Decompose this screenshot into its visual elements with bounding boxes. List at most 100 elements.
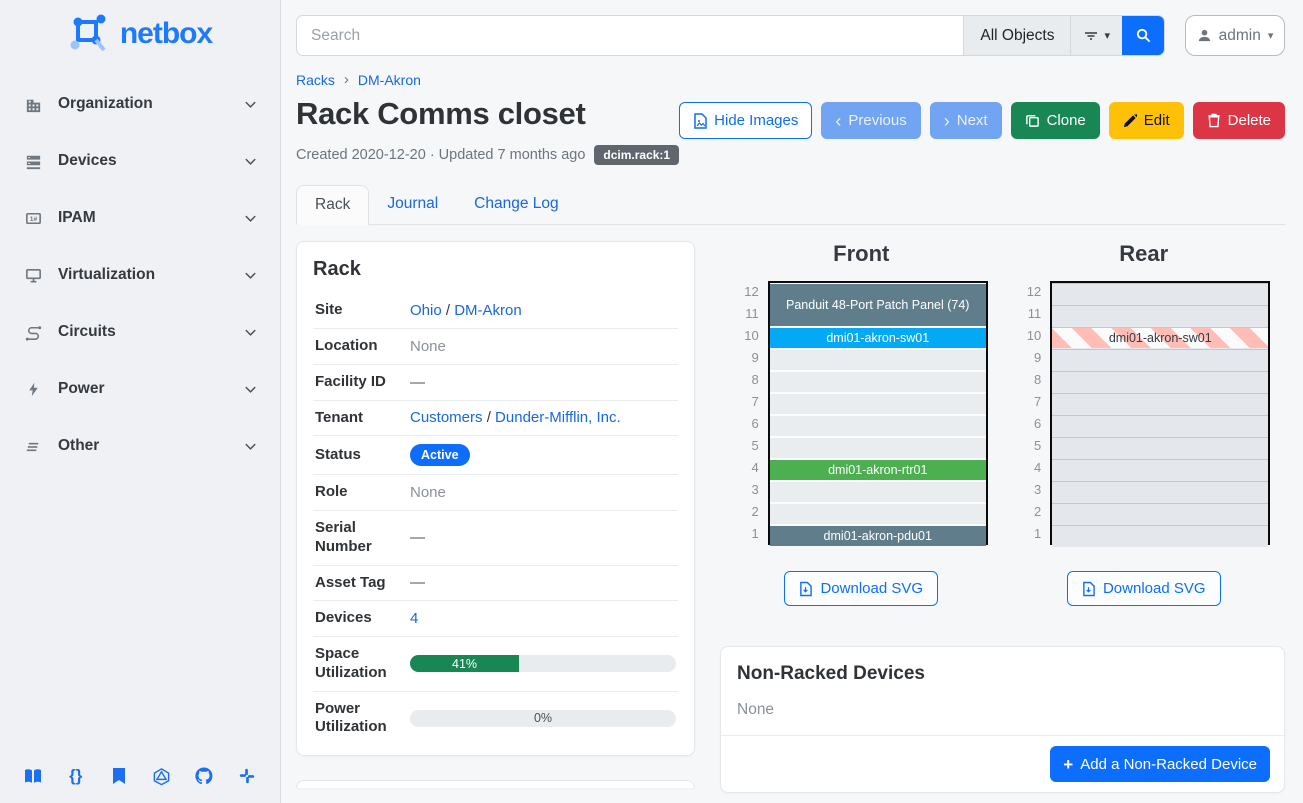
empty-rack-unit: [1052, 503, 1268, 525]
facility-id-value: —: [410, 374, 676, 391]
rack-device[interactable]: dmi01-akron-sw01: [1052, 328, 1268, 348]
unit-number: 12: [735, 281, 759, 303]
hide-images-label: Hide Images: [714, 112, 798, 129]
rack-device[interactable]: dmi01-akron-rtr01: [770, 460, 986, 480]
status-label: Status: [315, 446, 410, 465]
row-space-utilization: Space Utilization 41%: [313, 636, 678, 691]
row-asset-tag: Asset Tag —: [313, 565, 678, 601]
elevations-column: Front 121110987654321 Panduit 48-Port Pa…: [720, 241, 1285, 793]
graphql-icon[interactable]: [150, 765, 172, 787]
rack-device[interactable]: Panduit 48-Port Patch Panel (74): [770, 284, 986, 326]
unit-number: 4: [1017, 457, 1041, 479]
status-badge: Active: [410, 444, 470, 466]
github-icon[interactable]: [193, 765, 215, 787]
code-braces-icon[interactable]: {}: [65, 765, 87, 787]
edit-button[interactable]: Edit: [1109, 102, 1184, 139]
slack-icon[interactable]: [236, 765, 258, 787]
front-rack-diagram: Panduit 48-Port Patch Panel (74) dmi01-ak…: [768, 281, 988, 545]
svg-text:1#: 1#: [29, 215, 37, 222]
site-label: Site: [315, 301, 410, 320]
rack-device-link[interactable]: dmi01-akron-rtr01: [828, 463, 927, 477]
front-download-svg-button[interactable]: Download SVG: [784, 571, 938, 606]
add-non-racked-device-button[interactable]: + Add a Non-Racked Device: [1050, 746, 1270, 782]
clone-label: Clone: [1047, 112, 1086, 129]
role-label: Role: [315, 483, 410, 502]
search-input[interactable]: [297, 16, 963, 55]
unit-number: 11: [1017, 303, 1041, 325]
chevron-down-icon: [243, 325, 258, 340]
unit-number: 2: [1017, 501, 1041, 523]
breadcrumb-link-dm-akron[interactable]: DM-Akron: [358, 72, 421, 88]
sidebar-item-organization[interactable]: Organization: [8, 84, 272, 124]
unit-number: 7: [735, 391, 759, 413]
empty-rack-unit: [770, 350, 986, 370]
download-svg-label: Download SVG: [1103, 580, 1206, 597]
site-group-link[interactable]: Ohio: [410, 302, 442, 319]
sidebar-item-label: Power: [58, 380, 243, 398]
search-scope-button[interactable]: All Objects: [963, 16, 1070, 55]
chevron-down-icon: [243, 268, 258, 283]
sidebar-item-ipam[interactable]: 1# IPAM: [8, 198, 272, 238]
rear-download-svg-button[interactable]: Download SVG: [1067, 571, 1221, 606]
rack-device-link[interactable]: Panduit 48-Port Patch Panel (74): [786, 298, 969, 312]
unit-number: 4: [735, 457, 759, 479]
previous-button[interactable]: ‹ Previous: [821, 102, 920, 139]
rack-device[interactable]: dmi01-akron-pdu01: [770, 526, 986, 546]
delete-button[interactable]: Delete: [1193, 102, 1285, 139]
tenant-group-link[interactable]: Customers: [410, 409, 483, 426]
empty-rack-unit: [1052, 371, 1268, 393]
pencil-icon: [1123, 114, 1137, 128]
rack-device-link[interactable]: dmi01-akron-pdu01: [824, 529, 932, 543]
clone-button[interactable]: Clone: [1011, 102, 1100, 139]
sidebar-item-virtualization[interactable]: Virtualization: [8, 255, 272, 295]
sidebar-item-devices[interactable]: Devices: [8, 141, 272, 181]
unit-number: 9: [735, 347, 759, 369]
serial-number-label: Serial Number: [315, 519, 410, 557]
transit-connection-icon: [22, 321, 44, 343]
next-card-edge: [296, 780, 695, 788]
chevron-left-icon: ‹: [835, 112, 841, 130]
rack-elevations: Front 121110987654321 Panduit 48-Port Pa…: [720, 241, 1285, 606]
chevron-down-icon: [243, 211, 258, 226]
site-link[interactable]: DM-Akron: [454, 302, 522, 319]
chevron-down-icon: [243, 439, 258, 454]
image-file-icon: [693, 113, 707, 129]
netbox-logo[interactable]: netbox: [0, 12, 280, 56]
sidebar-item-circuits[interactable]: Circuits: [8, 312, 272, 352]
search-submit-button[interactable]: [1122, 16, 1164, 55]
tenant-label: Tenant: [315, 409, 410, 428]
add-non-racked-device-label: Add a Non-Racked Device: [1080, 756, 1257, 773]
empty-rack-unit: [1052, 305, 1268, 327]
tab-rack[interactable]: Rack: [296, 185, 369, 225]
rack-device-link[interactable]: dmi01-akron-sw01: [826, 331, 929, 345]
delete-label: Delete: [1228, 112, 1271, 129]
chevron-down-icon: [243, 154, 258, 169]
rack-card-title: Rack: [313, 258, 678, 281]
user-menu-button[interactable]: admin ▾: [1185, 15, 1285, 56]
sidebar: netbox Organization Devices 1#: [0, 0, 281, 803]
lightning-bolt-icon: [22, 378, 44, 400]
sidebar-item-label: Organization: [58, 95, 243, 113]
empty-rack-unit: [1052, 459, 1268, 481]
separator: /: [483, 409, 496, 426]
sidebar-item-power[interactable]: Power: [8, 369, 272, 409]
power-utilization-bar: 0%: [410, 710, 676, 727]
tab-change-log[interactable]: Change Log: [456, 185, 576, 224]
role-value: None: [410, 484, 676, 501]
sidebar-item-other[interactable]: Other: [8, 426, 272, 466]
sidebar-item-label: Devices: [58, 152, 243, 170]
bookmark-icon[interactable]: [108, 765, 130, 787]
devices-count-link[interactable]: 4: [410, 610, 418, 627]
next-button[interactable]: › Next: [930, 102, 1002, 139]
search-filter-button[interactable]: ▾: [1070, 16, 1122, 55]
tab-journal[interactable]: Journal: [369, 185, 456, 224]
tenant-link[interactable]: Dunder-Mifflin, Inc.: [495, 409, 621, 426]
rack-device-link[interactable]: dmi01-akron-sw01: [1109, 331, 1212, 345]
rack-device[interactable]: dmi01-akron-sw01: [770, 328, 986, 348]
building-icon: [22, 93, 44, 115]
unit-number: 8: [1017, 369, 1041, 391]
unit-number: 12: [1017, 281, 1041, 303]
breadcrumb-link-racks[interactable]: Racks: [296, 72, 335, 88]
hide-images-button[interactable]: Hide Images: [679, 102, 812, 139]
book-icon[interactable]: [22, 765, 44, 787]
